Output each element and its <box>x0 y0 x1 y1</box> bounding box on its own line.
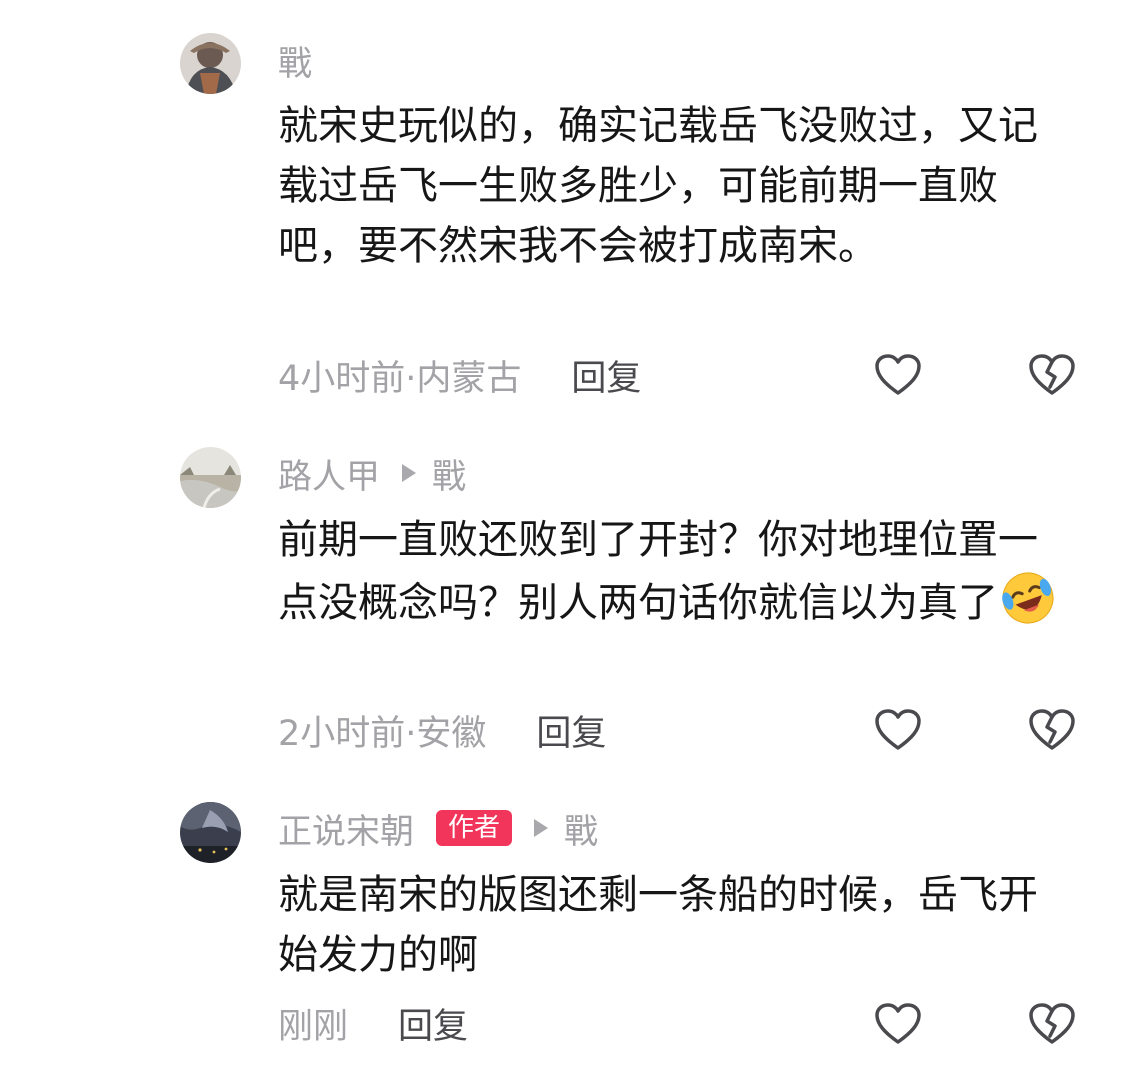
avatar[interactable] <box>180 33 241 94</box>
time-location: 刚刚 <box>278 1006 349 1047</box>
author-name[interactable]: 正说宋朝 <box>278 804 414 853</box>
comment-text-content: 前期一直败还败到了开封？你对地理位置一点没概念吗？别人两句话你就信以为真了 <box>278 517 1038 626</box>
reply-button[interactable]: 回复 <box>571 350 641 401</box>
avatar-riverside-landscape-icon <box>180 447 241 508</box>
dislike-button[interactable] <box>1028 708 1076 752</box>
heart-icon <box>875 354 921 395</box>
laughing-crying-emoji-icon <box>1002 572 1054 624</box>
author-row: 路人甲 戰 <box>278 449 466 498</box>
broken-heart-icon <box>1029 354 1075 395</box>
comment-text: 就是南宋的版图还剩一条船的时候，岳飞开始发力的啊 <box>278 872 1038 978</box>
avatar[interactable] <box>180 447 241 508</box>
comment-meta: 刚刚 回复 <box>278 998 468 1048</box>
comment-meta: 4小时前·内蒙古 回复 <box>278 350 641 400</box>
comment-text: 前期一直败还败到了开封？你对地理位置一点没概念吗？别人两句话你就信以为真了 <box>278 510 1058 633</box>
time-location: 4小时前·内蒙古 <box>278 358 522 399</box>
reply-to-name[interactable]: 戰 <box>432 449 466 498</box>
reply-to-name[interactable]: 戰 <box>564 804 598 853</box>
reply-button[interactable]: 回复 <box>398 998 468 1049</box>
avatar-armored-warrior-icon <box>180 33 241 94</box>
author-name[interactable]: 路人甲 <box>278 449 380 498</box>
dislike-button[interactable] <box>1028 1002 1076 1046</box>
dislike-button[interactable] <box>1028 353 1076 397</box>
comment-meta: 2小时前·安徽 回复 <box>278 705 606 755</box>
broken-heart-icon <box>1029 1003 1075 1044</box>
author-row: 戰 <box>278 36 312 85</box>
like-button[interactable] <box>874 1002 922 1046</box>
author-name[interactable]: 戰 <box>278 36 312 85</box>
avatar[interactable] <box>180 802 241 863</box>
reply-arrow-icon <box>534 819 549 837</box>
author-row: 正说宋朝 作者 戰 <box>278 804 598 853</box>
avatar-stormy-sky-icon <box>180 802 241 863</box>
time-location: 2小时前·安徽 <box>278 713 487 754</box>
reply-button[interactable]: 回复 <box>536 705 606 756</box>
like-button[interactable] <box>874 708 922 752</box>
heart-icon <box>875 709 921 750</box>
author-badge: 作者 <box>436 810 513 846</box>
like-button[interactable] <box>874 353 922 397</box>
reply-arrow-icon <box>402 464 416 482</box>
heart-icon <box>875 1003 921 1044</box>
comment-text: 就宋史玩似的，确实记载岳飞没败过，又记载过岳飞一生败多胜少，可能前期一直败吧，要… <box>278 103 1038 269</box>
broken-heart-icon <box>1029 709 1075 750</box>
